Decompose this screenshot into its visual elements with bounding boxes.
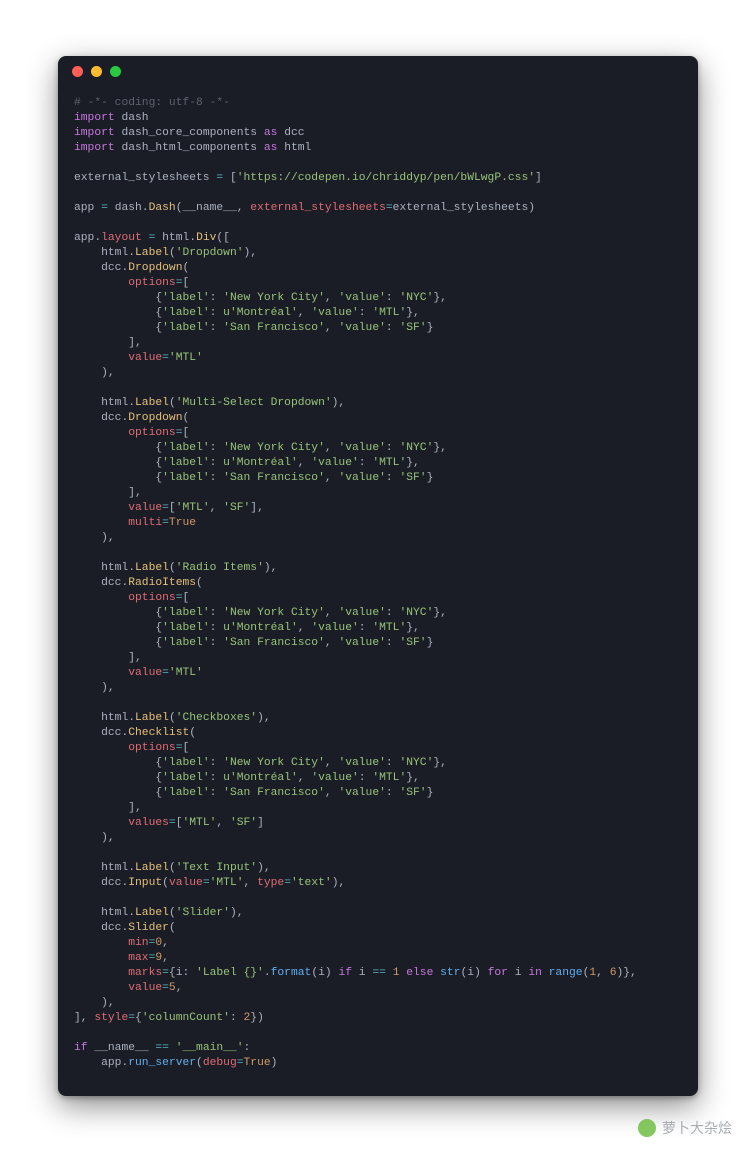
window-titlebar [58, 56, 698, 86]
zoom-icon[interactable] [110, 66, 121, 77]
code-editor: # -*- coding: utf-8 -*- import dash impo… [58, 86, 698, 1087]
watermark-logo-icon [638, 1119, 656, 1137]
watermark-text: 萝卜大杂烩 [662, 1118, 732, 1138]
code-window: # -*- coding: utf-8 -*- import dash impo… [58, 56, 698, 1096]
close-icon[interactable] [72, 66, 83, 77]
minimize-icon[interactable] [91, 66, 102, 77]
watermark: 萝卜大杂烩 [638, 1118, 732, 1138]
